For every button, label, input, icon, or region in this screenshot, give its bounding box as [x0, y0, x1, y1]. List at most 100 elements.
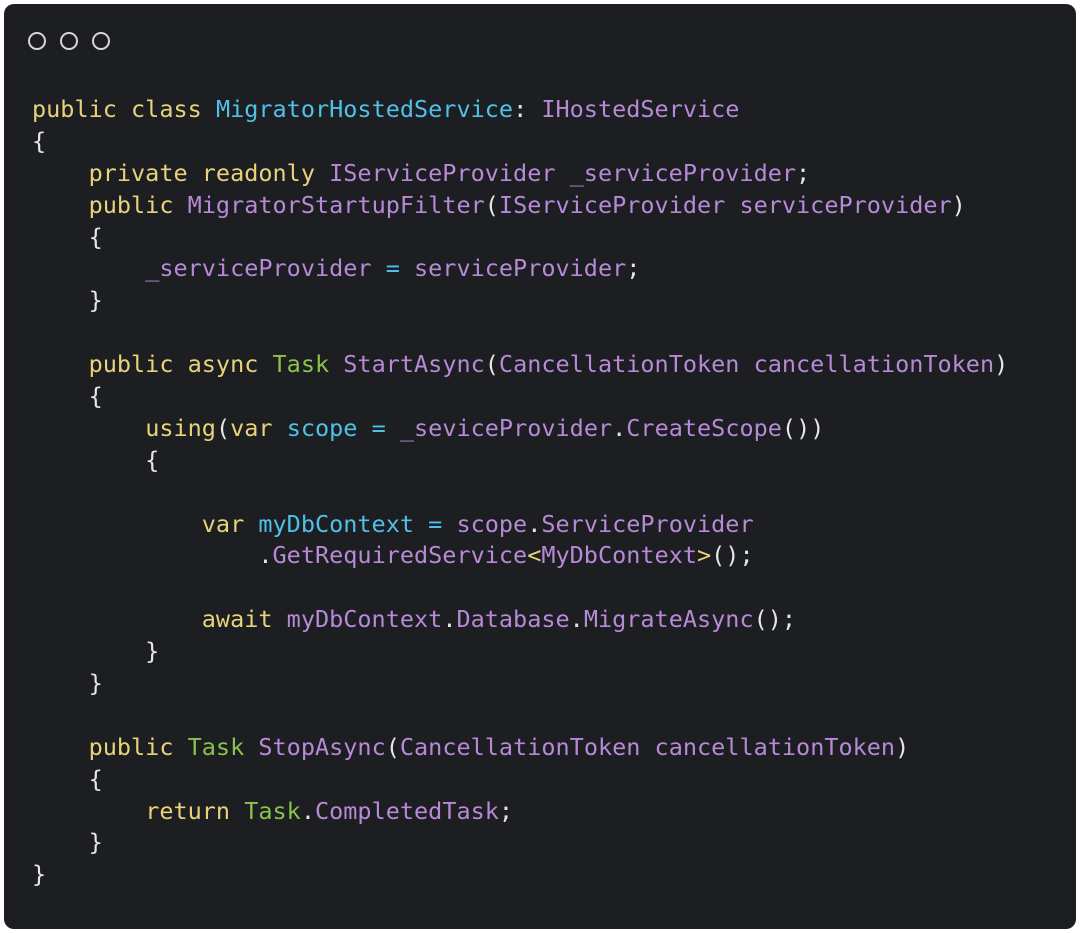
code-token: (: [215, 413, 231, 442]
code-token: ;: [796, 158, 811, 187]
code-token: _seviceProvider: [399, 413, 613, 442]
code-token: =: [414, 509, 457, 538]
code-token: return: [145, 796, 245, 825]
code-line: public class MigratorHostedService: IHos…: [32, 94, 1008, 126]
code-token: Database: [456, 605, 570, 634]
code-token: ;: [498, 796, 514, 825]
code-token: MigratorStartupFilter: [187, 190, 485, 219]
code-token: (: [385, 732, 400, 761]
code-token: var: [201, 509, 259, 538]
code-token: =: [357, 413, 400, 442]
code-token: ): [994, 350, 1009, 379]
code-token: CancellationToken cancellationToken: [399, 732, 896, 761]
code-token: myDbContext: [258, 509, 415, 538]
circle-icon[interactable]: [92, 32, 110, 50]
code-token: }: [32, 669, 103, 698]
code-token: public class: [32, 95, 216, 123]
code-token: Task: [272, 350, 344, 379]
code-token: GetRequiredService: [272, 541, 528, 570]
code-token: .: [569, 605, 584, 634]
code-token: }: [32, 286, 103, 315]
code-token: .: [32, 541, 273, 570]
code-token: IServiceProvider _serviceProvider: [329, 158, 797, 187]
code-token: scope: [286, 413, 358, 442]
code-token: {: [32, 382, 103, 411]
code-token: Task: [187, 732, 259, 761]
window-controls: [28, 32, 110, 50]
code-token: .: [442, 605, 457, 634]
code-line: }: [32, 285, 1008, 317]
code-block: public class MigratorHostedService: IHos…: [32, 94, 1008, 891]
code-token: (: [484, 190, 499, 219]
code-token: {: [32, 445, 160, 474]
code-line: }: [32, 668, 1008, 700]
code-token: public: [88, 732, 188, 761]
code-token: CancellationToken cancellationToken: [498, 350, 995, 379]
circle-icon[interactable]: [60, 32, 78, 50]
code-token: public: [88, 190, 188, 219]
code-token: <: [527, 541, 542, 570]
code-line: }: [32, 859, 1008, 891]
code-token: {: [32, 222, 103, 251]
code-token: MigratorHostedService: [215, 95, 514, 123]
code-token: .: [300, 796, 315, 825]
code-line: var myDbContext = scope.ServiceProvider: [32, 509, 1008, 541]
code-token: ): [895, 732, 910, 761]
code-line: return Task.CompletedTask;: [32, 796, 1008, 828]
code-token: ();: [711, 541, 754, 570]
code-line: _serviceProvider = serviceProvider;: [32, 253, 1008, 285]
code-token: StartAsync: [343, 350, 485, 379]
code-token: .: [527, 509, 542, 538]
code-token: await: [201, 605, 287, 634]
code-token: =: [371, 254, 415, 283]
code-token: serviceProvider: [414, 254, 627, 283]
code-token: CompletedTask: [314, 796, 499, 825]
code-line: private readonly IServiceProvider _servi…: [32, 158, 1008, 190]
code-line: public async Task StartAsync(Cancellatio…: [32, 349, 1009, 381]
code-line: {: [32, 126, 1008, 158]
code-line: .GetRequiredService<MyDbContext>();: [32, 540, 1008, 572]
code-token: public async: [88, 350, 273, 379]
code-line: }: [32, 636, 1008, 668]
code-token: {: [32, 764, 103, 793]
code-token: using: [145, 413, 216, 442]
code-token: CreateScope: [626, 413, 782, 442]
code-token: >: [697, 541, 712, 570]
code-line: }: [32, 827, 1008, 859]
code-token: (: [484, 350, 499, 379]
code-token: }: [32, 828, 103, 857]
code-token: myDbContext: [286, 605, 443, 634]
code-token: StopAsync: [258, 732, 386, 761]
code-token: IServiceProvider serviceProvider: [498, 190, 952, 219]
code-token: :: [513, 95, 542, 123]
code-line: {: [32, 764, 1008, 796]
code-token: MyDbContext: [541, 541, 697, 570]
code-token: _serviceProvider: [145, 254, 372, 283]
code-line: {: [32, 381, 1008, 413]
code-line: {: [32, 445, 1008, 477]
code-token: IHostedService: [541, 95, 740, 123]
code-line: {: [32, 222, 1008, 254]
code-token: ): [951, 190, 966, 219]
circle-icon[interactable]: [28, 32, 46, 50]
code-token: }: [32, 637, 160, 666]
code-token: .: [612, 413, 627, 442]
code-token: ()): [781, 413, 825, 442]
code-token: ServiceProvider: [541, 509, 754, 538]
code-token: private readonly: [88, 158, 330, 187]
code-line: public MigratorStartupFilter(IServicePro…: [32, 190, 1008, 222]
code-token: scope: [456, 509, 528, 538]
